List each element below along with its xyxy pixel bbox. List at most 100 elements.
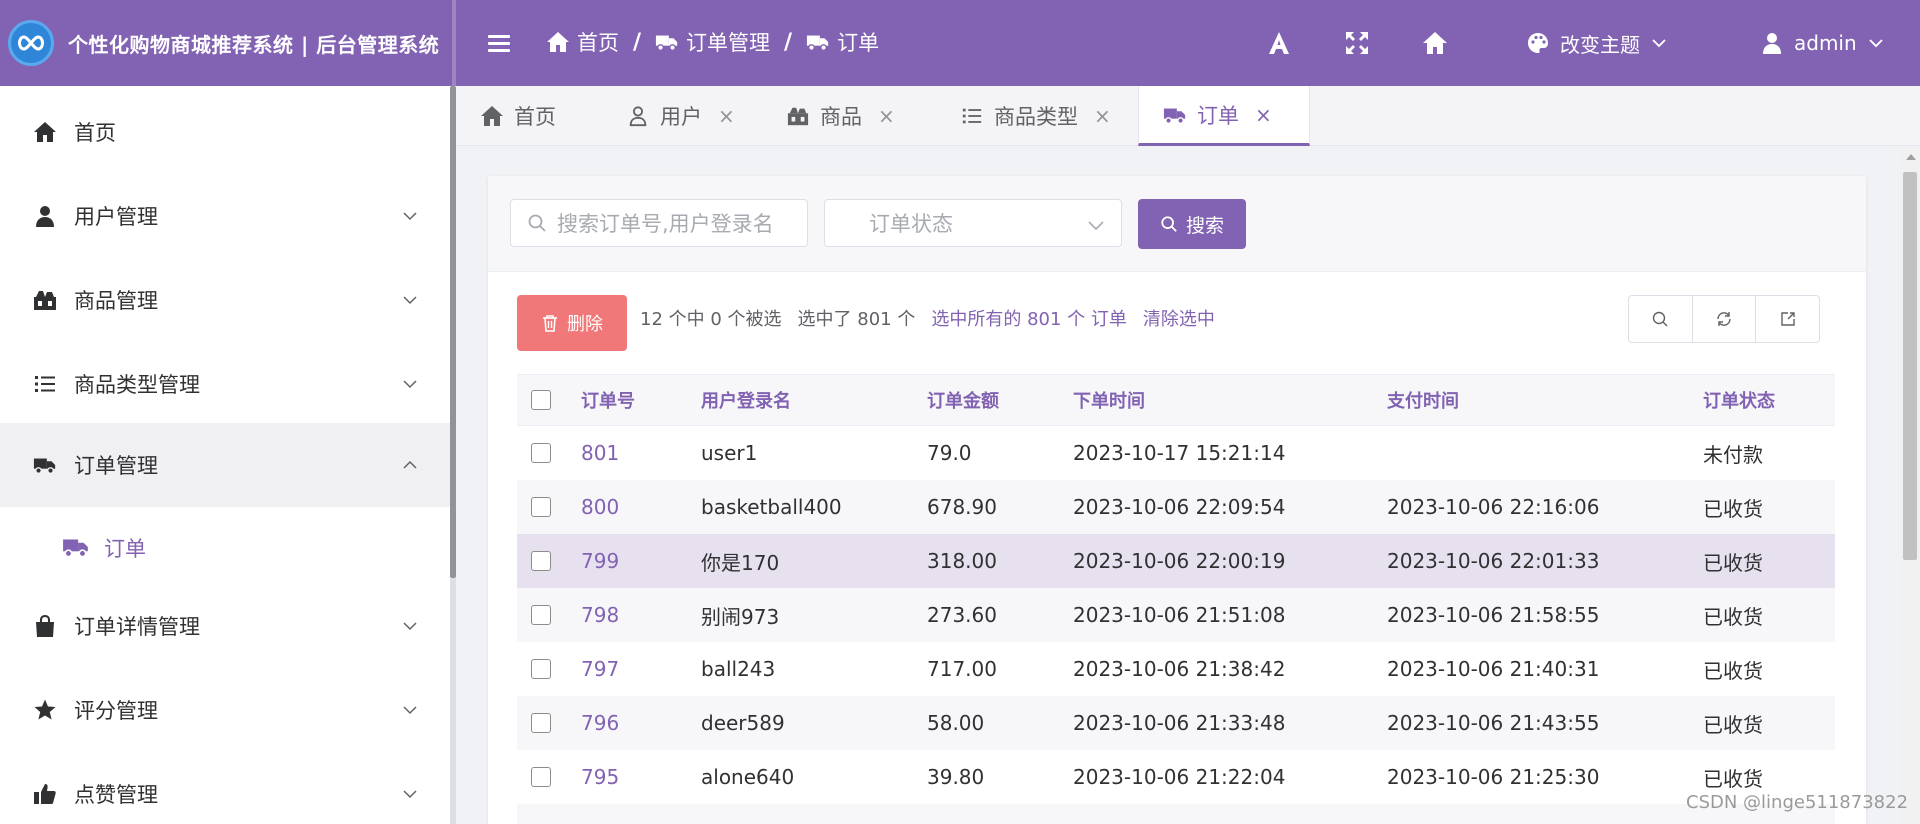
close-icon[interactable]: × [878,104,895,128]
table-row[interactable]: 795 alone640 39.80 2023-10-06 21:22:04 2… [517,750,1835,804]
content-card: 搜索订单号,用户登录名 订单状态 搜索 删除 12 个中 0 个被选 选中了 8… [488,176,1866,824]
header-divider [452,0,456,86]
menu-toggle-icon[interactable] [488,30,510,56]
breadcrumb-item-orders[interactable]: 订单 [806,27,879,57]
search-placeholder: 搜索订单号,用户登录名 [557,212,774,236]
select-all-checkbox[interactable] [531,390,551,410]
cell-order-time: 2023-10-06 22:00:19 [1073,549,1286,573]
order-status-select[interactable]: 订单状态 [824,199,1122,247]
table-row[interactable]: 796 deer589 58.00 2023-10-06 21:33:48 20… [517,696,1835,750]
sidebar-scrollbar-track [450,578,456,824]
table-row[interactable]: 799 你是170 318.00 2023-10-06 22:00:19 202… [517,534,1835,588]
column-header-username[interactable]: 用户登录名 [701,375,791,425]
row-checkbox[interactable] [531,443,551,463]
cell-status: 已收货 [1703,496,1763,521]
truck-icon [62,535,90,561]
tab-home[interactable]: 首页 [456,86,580,146]
cell-order-time: 2023-10-06 22:09:54 [1073,495,1286,519]
select-all-link[interactable]: 选中所有的 801 个 订单 [931,305,1127,331]
order-id-link[interactable]: 796 [581,696,619,750]
row-checkbox[interactable] [531,713,551,733]
sidebar-scrollbar[interactable] [450,86,456,578]
row-checkbox[interactable] [531,659,551,679]
row-checkbox[interactable] [531,551,551,571]
cell-username: basketball400 [701,495,842,519]
export-button[interactable] [1756,296,1819,342]
delete-button[interactable]: 删除 [517,295,627,351]
search-input[interactable]: 搜索订单号,用户登录名 [510,199,808,247]
close-icon[interactable]: × [1255,103,1272,127]
sidebar-item-goods-mgmt[interactable]: 商品管理 [0,258,450,342]
font-size-icon[interactable] [1264,28,1294,58]
truck-icon [807,35,829,51]
home-icon[interactable] [1420,28,1450,58]
watermark: CSDN @linge511873822 [1686,792,1909,813]
clear-selection-link[interactable]: 清除选中 [1143,305,1215,331]
order-id-link[interactable]: 797 [581,642,619,696]
chevron-down-icon [403,212,417,221]
fullscreen-icon[interactable] [1342,28,1372,58]
order-id-link[interactable]: 800 [581,480,619,534]
column-header-order-no[interactable]: 订单号 [581,375,635,425]
sidebar-item-order-detail-mgmt[interactable]: 订单详情管理 [0,584,450,668]
sidebar-item-goods-type-mgmt[interactable]: 商品类型管理 [0,342,450,426]
sidebar-item-user-mgmt[interactable]: 用户管理 [0,174,450,258]
chevron-down-icon [1869,39,1883,48]
chevron-down-icon [403,380,417,389]
row-checkbox[interactable] [531,767,551,787]
bag-icon [32,613,58,639]
cell-status: 未付款 [1703,442,1763,467]
table-row[interactable]: 800 basketball400 678.90 2023-10-06 22:0… [517,480,1835,534]
cell-order-time: 2023-10-17 15:21:14 [1073,441,1286,465]
table-search-button[interactable] [1629,296,1693,342]
breadcrumb-item-order-mgmt[interactable]: 订单管理 [655,27,770,57]
chevron-up-icon [403,460,417,469]
user-icon [629,106,647,127]
column-header-pay-time[interactable]: 支付时间 [1387,375,1459,425]
close-icon[interactable]: × [718,104,735,128]
order-id-link[interactable]: 799 [581,534,619,588]
cell-amount: 58.00 [927,711,985,735]
breadcrumb-separator: / [633,29,642,55]
tab-goods-type[interactable]: 商品类型 × [936,86,1135,146]
main-scrollbar-thumb[interactable] [1903,172,1917,560]
row-checkbox[interactable] [531,497,551,517]
user-menu-button[interactable]: admin [1760,24,1885,62]
table-header: 订单号 用户登录名 订单金额 下单时间 支付时间 订单状态 [517,374,1835,426]
order-id-link[interactable]: 801 [581,426,619,480]
sidebar-item-like-mgmt[interactable]: 点赞管理 [0,752,450,824]
cell-order-time: 2023-10-06 21:51:08 [1073,603,1286,627]
sidebar-item-rating-mgmt[interactable]: 评分管理 [0,668,450,752]
column-header-amount[interactable]: 订单金额 [927,375,999,425]
cell-pay-time: 2023-10-06 22:16:06 [1387,495,1600,519]
cell-username: alone640 [701,765,795,789]
search-button[interactable]: 搜索 [1138,199,1246,249]
table-row[interactable]: 798 别闹973 273.60 2023-10-06 21:51:08 202… [517,588,1835,642]
tab-users[interactable]: 用户 × [602,86,759,146]
scroll-up-arrow-icon[interactable] [1906,154,1916,160]
breadcrumb-item-home[interactable]: 首页 [546,27,619,57]
chevron-down-icon [403,622,417,631]
app-title: 个性化购物商城推荐系统 | 后台管理系统 [68,32,440,57]
order-id-link[interactable]: 795 [581,750,619,804]
cell-order-time: 2023-10-06 21:38:42 [1073,657,1286,681]
refresh-button[interactable] [1693,296,1757,342]
sidebar-item-home[interactable]: 首页 [0,90,450,174]
search-icon [528,214,546,232]
selection-count: 12 个中 0 个被选 [640,309,782,330]
sidebar-item-order-mgmt[interactable]: 订单管理 [0,423,450,507]
row-checkbox[interactable] [531,605,551,625]
column-header-status[interactable]: 订单状态 [1703,375,1775,425]
export-icon [1780,312,1795,326]
refresh-icon [1717,312,1731,326]
tab-orders[interactable]: 订单 × [1138,86,1310,146]
change-theme-button[interactable]: 改变主题 [1526,24,1668,62]
table-row[interactable]: 797 ball243 717.00 2023-10-06 21:38:42 2… [517,642,1835,696]
order-id-link[interactable]: 798 [581,588,619,642]
sidebar-subitem-orders[interactable]: 订单 [0,507,450,589]
table-row[interactable]: 801 user1 79.0 2023-10-17 15:21:14 未付款 [517,426,1835,480]
thumbs-up-icon [32,781,58,807]
tab-goods[interactable]: 商品 × [762,86,919,146]
column-header-order-time[interactable]: 下单时间 [1073,375,1145,425]
close-icon[interactable]: × [1094,104,1111,128]
